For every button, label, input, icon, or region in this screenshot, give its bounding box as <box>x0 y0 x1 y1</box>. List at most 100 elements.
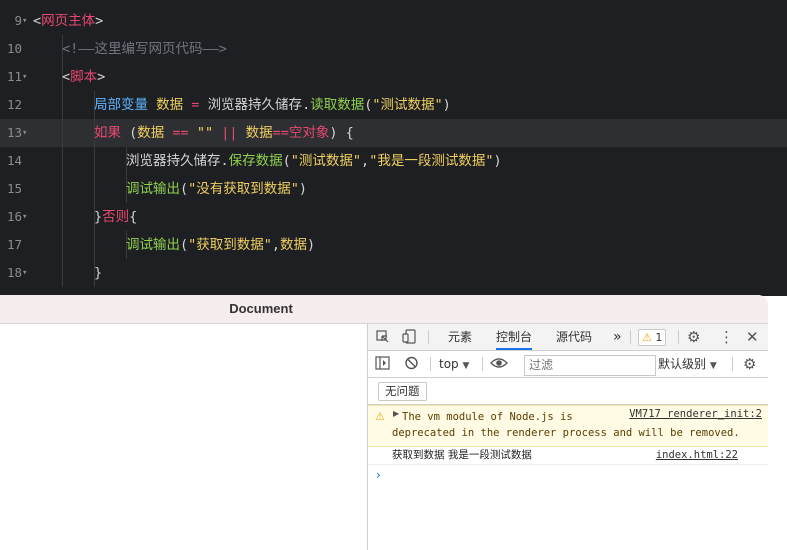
code-token: "获取到数据" <box>188 237 272 253</box>
warnings-count: 1 <box>655 331 663 344</box>
code-line[interactable]: 15 调试输出("没有获取到数据") <box>0 175 787 203</box>
context-selector[interactable]: top ▼ <box>439 351 469 379</box>
code-token: 数据 <box>137 125 165 141</box>
code-line[interactable]: 14 浏览器持久储存.保存数据("测试数据","我是一段测试数据") <box>0 147 787 175</box>
more-tabs-button[interactable]: » <box>613 324 622 350</box>
indent-guide <box>62 147 63 175</box>
indent-guide <box>62 203 63 231</box>
console-warning-message[interactable]: ⚠ ▶ VM717 renderer_init:2 The vm module … <box>368 405 768 447</box>
code-line[interactable]: 11 ▾ <脚本> <box>0 63 787 91</box>
code-text: <!——这里编写网页代码——> <box>62 35 227 63</box>
code-line[interactable]: 12 局部变量 数据 = 浏览器持久储存.读取数据("测试数据") <box>0 91 787 119</box>
code-token: . <box>302 97 311 113</box>
toolbar-divider <box>482 357 483 371</box>
code-token: "" <box>196 125 214 141</box>
line-number: 14 <box>6 153 22 168</box>
code-token: 数据 <box>280 237 308 253</box>
context-selector-value: top <box>439 357 459 371</box>
code-text: 浏览器持久储存.保存数据("测试数据","我是一段测试数据") <box>126 147 502 175</box>
window-titlebar[interactable]: Document <box>0 295 768 324</box>
close-devtools-icon[interactable]: ✕ <box>746 324 759 350</box>
tab-sources[interactable]: 源代码 <box>556 324 592 350</box>
code-token: 浏览器持久储存 <box>126 153 221 169</box>
fold-chevron-icon[interactable]: ▾ <box>22 63 27 91</box>
code-text: 如果 (数据 == "" || 数据==空对象) { <box>94 119 354 147</box>
toolbar-divider <box>428 330 429 344</box>
code-token: 脚本 <box>70 69 98 85</box>
fold-chevron-icon[interactable]: ▾ <box>22 7 27 35</box>
code-token: 网页主体 <box>41 13 96 29</box>
code-token: ) <box>442 97 451 113</box>
show-sidebar-icon[interactable] <box>375 355 390 375</box>
code-token: 读取数据 <box>310 97 365 113</box>
code-token: { <box>129 209 138 225</box>
code-line[interactable]: 16 ▾ }否则{ <box>0 203 787 231</box>
code-editor[interactable]: 9 ▾ <网页主体> 10 <!——这里编写网页代码——> 11 ▾ <脚本> 12 局部变量 数… <box>0 0 787 296</box>
code-token: < <box>33 13 42 29</box>
issues-button[interactable]: 无问题 <box>378 382 427 401</box>
code-line[interactable]: 9 ▾ <网页主体> <box>0 7 787 35</box>
code-token: 如果 <box>94 125 121 141</box>
warning-triangle-icon: ⚠ <box>375 410 385 423</box>
log-levels-dropdown[interactable]: 默认级别 ▼ <box>658 351 717 379</box>
code-token: "没有获取到数据" <box>188 181 299 197</box>
line-number: 10 <box>6 41 22 56</box>
code-line[interactable]: 10 <!——这里编写网页代码——> <box>0 35 787 63</box>
code-line[interactable]: 17 调试输出("获取到数据",数据) <box>0 231 787 259</box>
more-options-icon[interactable]: ⋮ <box>719 324 734 350</box>
issues-bar: 无问题 <box>368 378 768 405</box>
code-token: || <box>221 125 238 141</box>
warning-icon: ⚠ <box>642 331 652 344</box>
code-token: ( <box>180 237 189 253</box>
line-number: 16 <box>6 209 22 224</box>
clear-console-icon[interactable] <box>404 355 419 375</box>
tab-elements[interactable]: 元素 <box>448 324 472 350</box>
code-token: 调试输出 <box>126 237 180 253</box>
fold-chevron-icon[interactable]: ▾ <box>22 203 27 231</box>
code-token: 空对象 <box>288 125 330 141</box>
indent-guide <box>94 175 95 203</box>
code-token: 浏览器持久储存 <box>207 97 303 113</box>
line-number: 15 <box>6 181 22 196</box>
console-log-message[interactable]: 获取到数据 我是一段测试数据 index.html:22 <box>368 446 768 465</box>
line-number: 12 <box>6 97 22 112</box>
toolbar-divider <box>678 330 679 344</box>
code-token: . <box>220 153 229 169</box>
code-line[interactable]: 13 ▾ 如果 (数据 == "" || 数据==空对象) { <box>0 119 787 147</box>
code-token: , <box>271 237 281 253</box>
console-prompt-icon[interactable]: › <box>376 468 381 482</box>
inspect-element-icon[interactable] <box>376 324 390 350</box>
line-number: 11 <box>6 69 22 84</box>
window-title: Document <box>229 301 293 316</box>
log-source-link[interactable]: index.html:22 <box>656 446 738 464</box>
indent-guide <box>94 231 95 259</box>
code-token: <!——这里编写网页代码——> <box>62 41 227 57</box>
fold-chevron-icon[interactable]: ▾ <box>22 259 27 287</box>
document-viewport[interactable] <box>0 324 367 550</box>
code-text: }否则{ <box>94 203 137 231</box>
device-toolbar-icon[interactable] <box>402 324 418 350</box>
settings-gear-icon[interactable]: ⚙ <box>687 324 700 350</box>
devtools-panel: 元素 控制台 源代码 » ⚠ 1 ⚙ ⋮ ✕ top ▼ 过滤 默认级别 ▼ ⚙… <box>368 324 768 550</box>
devtools-tabbar: 元素 控制台 源代码 » ⚠ 1 ⚙ ⋮ ✕ <box>368 324 768 351</box>
line-number: 13 <box>6 125 22 140</box>
warnings-counter-button[interactable]: ⚠ 1 <box>638 329 667 346</box>
code-token: ( <box>282 153 291 169</box>
tab-console[interactable]: 控制台 <box>496 324 533 350</box>
code-token: , <box>361 153 370 169</box>
indent-guide <box>62 91 63 119</box>
code-token: 保存数据 <box>228 153 283 169</box>
line-number: 9 <box>14 13 22 28</box>
code-text: <网页主体> <box>33 7 103 35</box>
warning-source-link[interactable]: VM717 renderer_init:2 <box>629 408 762 421</box>
console-settings-gear-icon[interactable]: ⚙ <box>743 351 756 377</box>
console-filter-input[interactable] <box>524 355 656 376</box>
code-line[interactable]: 18 ▾} <box>0 259 787 287</box>
live-expression-eye-icon[interactable] <box>490 354 508 376</box>
code-token: 调试输出 <box>126 181 180 197</box>
code-text: 调试输出("没有获取到数据") <box>126 175 307 203</box>
fold-chevron-icon[interactable]: ▾ <box>22 119 27 147</box>
